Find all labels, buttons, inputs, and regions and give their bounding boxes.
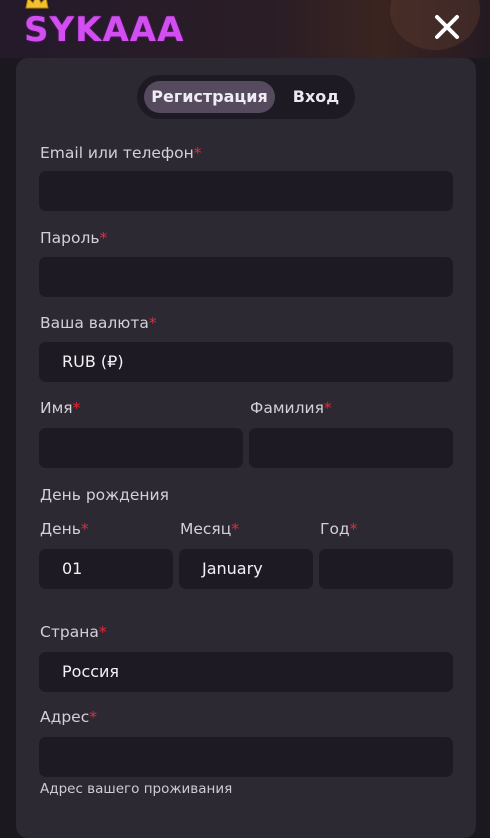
country-label: Страна* xyxy=(40,623,107,641)
address-field[interactable] xyxy=(39,737,453,777)
required-marker: * xyxy=(349,520,358,538)
email-label-text: Email или телефон xyxy=(40,144,194,162)
currency-label: Ваша валюта* xyxy=(40,314,157,332)
required-marker: * xyxy=(72,399,81,417)
year-label: Год* xyxy=(320,520,357,538)
required-marker: * xyxy=(99,229,108,247)
address-hint: Адрес вашего проживания xyxy=(40,781,233,797)
last-name-label-text: Фамилия xyxy=(250,399,324,417)
first-name-label: Имя* xyxy=(40,399,80,417)
country-select[interactable]: Россия xyxy=(39,652,453,692)
required-marker: * xyxy=(323,399,332,417)
day-select[interactable]: 01 xyxy=(39,549,173,589)
birthday-section-label: День рождения xyxy=(40,486,169,504)
month-label-text: Месяц xyxy=(180,520,232,538)
year-label-text: Год xyxy=(320,520,350,538)
tab-registration[interactable]: Регистрация xyxy=(144,81,275,113)
brand-logo[interactable]: SYKAAA xyxy=(24,10,184,50)
last-name-label: Фамилия* xyxy=(250,399,332,417)
password-label: Пароль* xyxy=(40,229,107,247)
address-label-text: Адрес xyxy=(40,708,90,726)
address-label: Адрес* xyxy=(40,708,97,726)
currency-select[interactable]: RUB (₽) xyxy=(39,342,453,382)
required-marker: * xyxy=(80,520,89,538)
month-select[interactable]: January xyxy=(179,549,313,589)
crown-icon xyxy=(25,0,49,9)
day-label: День* xyxy=(40,520,89,538)
first-name-label-text: Имя xyxy=(40,399,73,417)
year-select[interactable] xyxy=(319,549,453,589)
password-field[interactable] xyxy=(39,257,453,297)
top-bar: SYKAAA xyxy=(0,0,490,58)
required-marker: * xyxy=(89,708,97,726)
last-name-field[interactable] xyxy=(249,428,453,468)
required-marker: * xyxy=(98,623,107,641)
month-label: Месяц* xyxy=(180,520,239,538)
required-marker: * xyxy=(148,314,157,332)
currency-label-text: Ваша валюта xyxy=(40,314,149,332)
password-label-text: Пароль xyxy=(40,229,100,247)
email-field[interactable] xyxy=(39,171,453,211)
required-marker: * xyxy=(193,144,202,162)
day-label-text: День xyxy=(40,520,81,538)
required-marker: * xyxy=(231,520,240,538)
email-label: Email или телефон* xyxy=(40,144,202,162)
first-name-field[interactable] xyxy=(39,428,243,468)
close-icon[interactable] xyxy=(430,10,464,44)
tab-login[interactable]: Вход xyxy=(283,81,349,113)
auth-tabs: Регистрация Вход xyxy=(137,75,355,119)
country-label-text: Страна xyxy=(40,623,99,641)
